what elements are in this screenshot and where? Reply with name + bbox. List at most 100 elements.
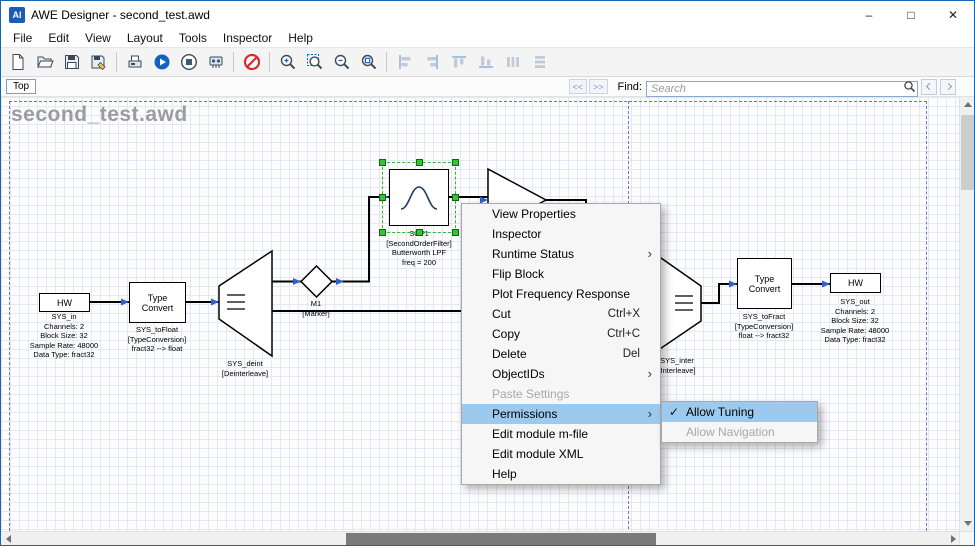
block-sys-tofloat[interactable]: Type Convert xyxy=(129,282,186,323)
toolbar xyxy=(1,47,974,77)
menu-item-runtime-status[interactable]: Runtime Status› xyxy=(462,244,660,264)
menu-help[interactable]: Help xyxy=(280,30,321,46)
arrow-right-icon xyxy=(951,535,956,543)
zoom-region-icon xyxy=(306,53,324,71)
app-logo-icon: AI xyxy=(9,7,25,23)
scroll-left-button[interactable] xyxy=(1,532,16,546)
scroll-down-button[interactable] xyxy=(960,516,975,531)
marker-block-shape[interactable] xyxy=(301,266,332,297)
hierarchy-tab-top[interactable]: Top xyxy=(6,79,36,94)
menu-item-shortcut: Ctrl+X xyxy=(608,308,654,320)
menu-item-label: Inspector xyxy=(492,227,654,241)
distribute-horizontal-button xyxy=(499,49,526,75)
menu-layout[interactable]: Layout xyxy=(119,30,171,46)
open-file-button[interactable] xyxy=(31,49,58,75)
menu-item-inspector[interactable]: Inspector xyxy=(462,224,660,244)
horizontal-scroll-thumb[interactable] xyxy=(346,533,656,545)
menu-item-label: ObjectIDs xyxy=(492,367,654,381)
toolbar-separator xyxy=(116,52,117,72)
zoom-fit-button[interactable] xyxy=(355,49,382,75)
block-sys-out[interactable]: HW xyxy=(830,273,881,293)
menu-inspector[interactable]: Inspector xyxy=(215,30,280,46)
distribute-vertical-button xyxy=(526,49,553,75)
selection-handle[interactable] xyxy=(379,159,386,166)
selection-handle[interactable] xyxy=(379,194,386,201)
submenu-arrow-icon: › xyxy=(648,364,652,384)
find-previous-button[interactable] xyxy=(921,79,937,95)
hardware-config-button[interactable] xyxy=(202,49,229,75)
menu-item-copy[interactable]: Copy Ctrl+C xyxy=(462,324,660,344)
menu-item-delete[interactable]: DeleteDel xyxy=(462,344,660,364)
navigate-back-button[interactable]: << xyxy=(569,79,588,94)
block-sys-tofract[interactable]: Type Convert xyxy=(737,258,792,309)
block-text: HW xyxy=(57,298,72,308)
menu-item-edit-module-m-file[interactable]: Edit module m-file xyxy=(462,424,660,444)
selection-handle[interactable] xyxy=(416,159,423,166)
menu-item-label: Allow Navigation xyxy=(686,425,809,439)
menu-item-flip-block[interactable]: Flip Block xyxy=(462,264,660,284)
run-icon xyxy=(153,53,171,71)
align-bottom-icon xyxy=(477,53,495,71)
label-sys-deint: SYS_deint [Deinterleave] xyxy=(185,359,305,378)
submenu-item-allow-tuning[interactable]: ✓ Allow Tuning xyxy=(662,402,817,422)
save-icon xyxy=(63,53,81,71)
chevron-right-icon xyxy=(944,83,951,90)
vertical-scrollbar[interactable] xyxy=(959,97,974,531)
wire xyxy=(701,284,737,303)
navigate-forward-button[interactable]: >> xyxy=(589,79,608,94)
diagram-canvas[interactable]: second_test.awd xyxy=(1,97,959,531)
menu-edit[interactable]: Edit xyxy=(40,30,77,46)
filter-curve-icon xyxy=(397,181,441,215)
selection-handle[interactable] xyxy=(452,159,459,166)
pin-arrow-icon xyxy=(729,281,737,288)
pin-arrow-icon xyxy=(381,194,389,201)
menu-item-paste-settings: Paste Settings xyxy=(462,384,660,404)
menu-item-permissions[interactable]: Permissions› xyxy=(462,404,660,424)
menu-file[interactable]: File xyxy=(5,30,40,46)
build-system-button[interactable] xyxy=(121,49,148,75)
save-button[interactable] xyxy=(58,49,85,75)
maximize-button[interactable]: □ xyxy=(890,1,932,28)
block-sys-in[interactable]: HW xyxy=(39,293,90,312)
pin-arrow-icon xyxy=(211,299,219,306)
menu-item-label: Cut xyxy=(492,307,592,321)
selection-handle[interactable] xyxy=(452,194,459,201)
no-entry-icon xyxy=(243,53,261,71)
menu-bar: File Edit View Layout Tools Inspector He… xyxy=(1,28,974,47)
zoom-region-button[interactable] xyxy=(301,49,328,75)
pin-arrow-icon xyxy=(293,278,301,285)
disconnect-button[interactable] xyxy=(238,49,265,75)
align-top-icon xyxy=(450,53,468,71)
horizontal-scrollbar[interactable] xyxy=(1,531,974,545)
zoom-out-button[interactable] xyxy=(328,49,355,75)
scroll-up-button[interactable] xyxy=(960,97,975,112)
menu-item-cut[interactable]: Cut Ctrl+X xyxy=(462,304,660,324)
menu-item-edit-module-xml[interactable]: Edit module XML xyxy=(462,444,660,464)
canvas-title: second_test.awd xyxy=(11,103,188,127)
menu-item-help[interactable]: Help xyxy=(462,464,660,484)
minimize-button[interactable]: – xyxy=(848,1,890,28)
block-sof1[interactable] xyxy=(389,169,449,226)
menu-item-label: Copy xyxy=(492,327,591,341)
zoom-out-icon xyxy=(333,53,351,71)
menu-view[interactable]: View xyxy=(77,30,119,46)
vertical-scroll-thumb[interactable] xyxy=(961,115,974,190)
menu-item-view-properties[interactable]: View Properties xyxy=(462,204,660,224)
hardware-config-icon xyxy=(207,53,225,71)
new-file-button[interactable] xyxy=(4,49,31,75)
search-field-wrap xyxy=(646,79,918,95)
menu-item-shortcut: Ctrl+C xyxy=(607,328,654,340)
menu-tools[interactable]: Tools xyxy=(171,30,215,46)
align-bottom-button xyxy=(472,49,499,75)
close-button[interactable]: ✕ xyxy=(932,1,974,28)
align-left-icon xyxy=(396,53,414,71)
menu-item-plot-frequency-response[interactable]: Plot Frequency Response xyxy=(462,284,660,304)
find-next-button[interactable] xyxy=(940,79,956,95)
search-input[interactable] xyxy=(646,81,918,97)
run-button[interactable] xyxy=(148,49,175,75)
zoom-in-button[interactable] xyxy=(274,49,301,75)
stop-button[interactable] xyxy=(175,49,202,75)
menu-item-shortcut: Del xyxy=(623,348,654,360)
save-as-button[interactable] xyxy=(85,49,112,75)
menu-item-objectids[interactable]: ObjectIDs› xyxy=(462,364,660,384)
